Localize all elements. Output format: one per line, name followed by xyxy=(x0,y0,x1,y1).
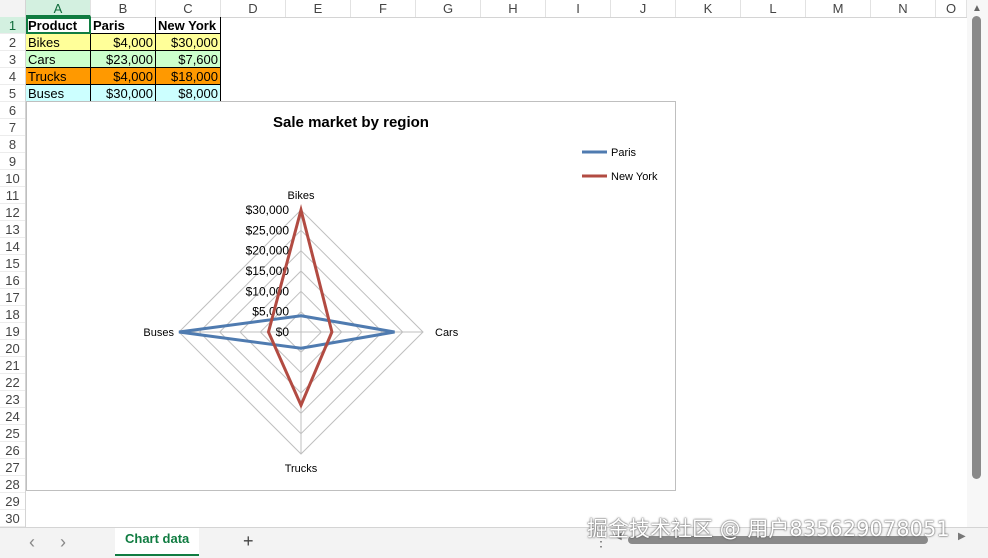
radar-chart[interactable]: Sale market by region $0 $5,000 $10,000 $15… xyxy=(26,101,676,491)
cell-a2[interactable]: Bikes xyxy=(26,34,91,51)
legend-label: New York xyxy=(611,171,658,183)
row-header[interactable]: 5 xyxy=(0,85,25,102)
cell-c2[interactable]: $30,000 xyxy=(156,34,221,51)
vertical-scroll-thumb[interactable] xyxy=(972,16,981,479)
next-sheet-chevron-icon[interactable]: › xyxy=(53,532,73,553)
add-sheet-button[interactable]: + xyxy=(243,531,254,552)
tab-chart-data[interactable]: Chart data xyxy=(115,528,200,556)
cell-b4[interactable]: $4,000 xyxy=(91,68,156,85)
cell-c4[interactable]: $18,000 xyxy=(156,68,221,85)
row-header[interactable]: 23 xyxy=(0,391,25,408)
column-header-m[interactable]: M xyxy=(806,0,871,17)
cell-a4[interactable]: Trucks xyxy=(26,68,91,85)
row-header[interactable]: 12 xyxy=(0,204,25,221)
cell-b5[interactable]: $30,000 xyxy=(91,85,156,102)
radar-chart-svg: Sale market by region $0$5,000$10,000$15… xyxy=(143,114,658,475)
row-header[interactable]: 26 xyxy=(0,442,25,459)
column-header-d[interactable]: D xyxy=(221,0,286,17)
column-header-i[interactable]: I xyxy=(546,0,611,17)
column-header-k[interactable]: K xyxy=(676,0,741,17)
column-header-g[interactable]: G xyxy=(416,0,481,17)
chart-legend[interactable]: Paris New York xyxy=(582,147,658,183)
row-header[interactable]: 30 xyxy=(0,510,25,527)
cell-b1[interactable]: Paris xyxy=(91,17,156,34)
row-header[interactable]: 9 xyxy=(0,153,25,170)
watermark: 掘金技术社区 @ 用户835629078051 xyxy=(587,517,950,541)
row-header[interactable]: 19 xyxy=(0,323,25,340)
row-header[interactable]: 7 xyxy=(0,119,25,136)
row-header[interactable]: 10 xyxy=(0,170,25,187)
row-header[interactable]: 28 xyxy=(0,476,25,493)
column-header-o[interactable]: O xyxy=(936,0,967,17)
select-all-corner[interactable] xyxy=(0,0,26,17)
cell-c1[interactable]: New York xyxy=(156,17,221,34)
tick-label: $20,000 xyxy=(246,244,290,258)
row-header[interactable]: 15 xyxy=(0,255,25,272)
row-header-bar: 1 2 3 4 5 6 7 8 9 10 11 12 13 14 15 16 1… xyxy=(0,17,26,527)
category-label: Cars xyxy=(435,327,459,339)
tick-label: $30,000 xyxy=(246,203,290,217)
row-header[interactable]: 18 xyxy=(0,306,25,323)
previous-sheet-chevron-icon[interactable]: ‹ xyxy=(22,532,42,553)
column-header-bar: A B C D E F G H I J K L M N O xyxy=(0,0,988,18)
row-header[interactable]: 1 xyxy=(0,17,25,34)
cell-b2[interactable]: $4,000 xyxy=(91,34,156,51)
tick-label: $10,000 xyxy=(246,284,290,298)
row-header[interactable]: 16 xyxy=(0,272,25,289)
column-header-c[interactable]: C xyxy=(156,0,221,17)
cell-a3[interactable]: Cars xyxy=(26,51,91,68)
row-header[interactable]: 24 xyxy=(0,408,25,425)
row-header[interactable]: 14 xyxy=(0,238,25,255)
row-header[interactable]: 21 xyxy=(0,357,25,374)
row-header[interactable]: 13 xyxy=(0,221,25,238)
category-label: Bikes xyxy=(288,190,315,202)
row-header[interactable]: 6 xyxy=(0,102,25,119)
cell-a1[interactable]: Product xyxy=(26,17,91,34)
column-header-e[interactable]: E xyxy=(286,0,351,17)
cell-c3[interactable]: $7,600 xyxy=(156,51,221,68)
row-header[interactable]: 3 xyxy=(0,51,25,68)
scroll-right-arrow-icon[interactable]: ▶ xyxy=(958,531,966,542)
cell-c5[interactable]: $8,000 xyxy=(156,85,221,102)
row-header[interactable]: 20 xyxy=(0,340,25,357)
category-label: Buses xyxy=(143,327,174,339)
category-label: Trucks xyxy=(285,463,318,475)
column-header-b[interactable]: B xyxy=(91,0,156,17)
column-header-l[interactable]: L xyxy=(741,0,806,17)
row-header[interactable]: 27 xyxy=(0,459,25,476)
row-header[interactable]: 22 xyxy=(0,374,25,391)
row-header[interactable]: 29 xyxy=(0,493,25,510)
cell-b3[interactable]: $23,000 xyxy=(91,51,156,68)
row-header[interactable]: 25 xyxy=(0,425,25,442)
row-header[interactable]: 11 xyxy=(0,187,25,204)
chart-title: Sale market by region xyxy=(273,114,429,131)
cell-a5[interactable]: Buses xyxy=(26,85,91,102)
row-header[interactable]: 17 xyxy=(0,289,25,306)
row-header[interactable]: 8 xyxy=(0,136,25,153)
column-header-a[interactable]: A xyxy=(26,0,91,17)
row-header[interactable]: 4 xyxy=(0,68,25,85)
tick-label: $0 xyxy=(276,325,290,339)
row-header[interactable]: 2 xyxy=(0,34,25,51)
column-header-n[interactable]: N xyxy=(871,0,936,17)
column-header-h[interactable]: H xyxy=(481,0,546,17)
tick-label: $25,000 xyxy=(246,223,290,237)
column-header-j[interactable]: J xyxy=(611,0,676,17)
legend-label: Paris xyxy=(611,147,637,159)
column-header-f[interactable]: F xyxy=(351,0,416,17)
scroll-up-arrow-icon[interactable]: ▲ xyxy=(972,3,982,14)
